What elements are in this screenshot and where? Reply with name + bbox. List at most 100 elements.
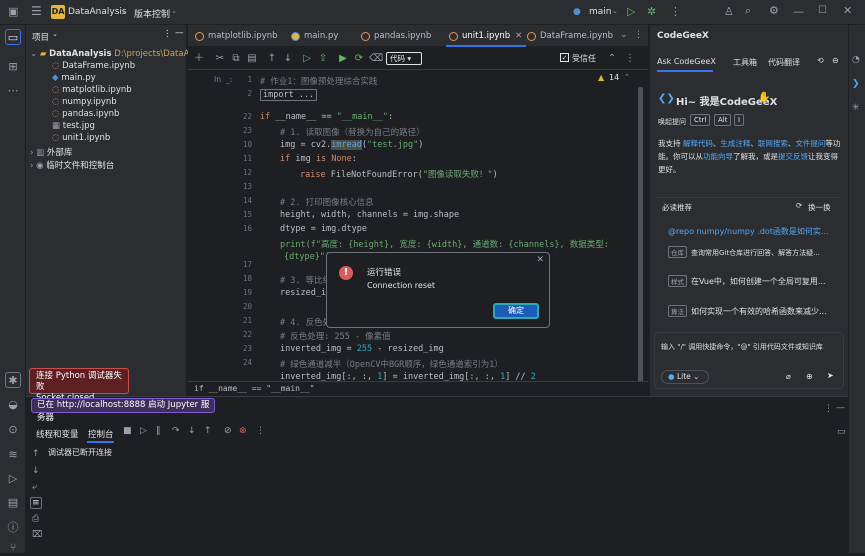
ok-button[interactable]: 确定 [493,303,539,319]
tab-unit1[interactable]: unit1.ipynb ✕ [446,25,526,47]
tree-external-libs[interactable]: › ▥ 外部库 [30,146,72,158]
tab-dataframe[interactable]: DataFrame.ipynb [524,25,613,47]
add-cell-icon[interactable]: ＋ [193,53,205,65]
bug-icon[interactable]: ✱ [5,372,21,388]
mute-breakpoints-icon[interactable]: ⊗ [239,426,247,436]
chevron-up-icon[interactable]: ⌃ [606,53,618,65]
more-icon[interactable]: ⋮ [624,53,636,65]
tab-main-py[interactable]: main.py [288,25,338,47]
profile-icon[interactable]: ♙ [724,5,734,18]
more-icon[interactable]: ⋮ [824,404,833,414]
more-icon[interactable]: ⋮ [634,30,643,40]
step-out-icon[interactable]: ↑ [204,426,212,436]
tree-file[interactable]: ◌ pandas.ipynb [52,109,119,119]
trash-icon[interactable]: ⌧ [32,530,42,540]
scroll-up-icon[interactable]: ↑ [32,449,40,459]
layers-icon[interactable]: ≋ [5,447,21,463]
chat-input-box[interactable]: 输入 "/" 调用快捷命令，"@" 引用代码文件或知识库 ● Lite ⌄ ⌀ … [654,332,844,389]
ai-assistant-icon[interactable]: ✳ [852,103,860,113]
editor-scrollbar[interactable] [638,87,643,387]
tree-file[interactable]: ◆ main.py [52,73,96,83]
tab-matplotlib[interactable]: matplotlib.ipynb [192,25,278,47]
rerun-icon[interactable]: ⟳ [353,53,365,65]
tab-ask-codegeex[interactable]: Ask CodeGeeX [657,57,716,66]
breadcrumb[interactable]: if __name__ == "__main__" [188,381,648,396]
globe-icon[interactable]: ⊕ [806,372,813,381]
recommend-item[interactable]: 仓库 查询常用Git仓库进行回答、解答方法疑... [668,246,820,258]
link-comment[interactable]: 生成注释 [720,139,750,148]
scroll-down-icon[interactable]: ↓ [32,466,40,476]
folded-imports[interactable]: import ... [260,89,318,101]
warning-count[interactable]: 14 [609,73,619,82]
minimize-icon[interactable]: — [175,28,184,38]
more-icon[interactable]: ⋮ [163,29,172,39]
link-explain[interactable]: 解释代码 [683,139,713,148]
pause-icon[interactable]: ‖ [156,426,161,436]
recommend-item[interactable]: @repo numpy/numpy .dot函数是如何实... [668,226,829,237]
more-icon[interactable]: ⋮ [670,5,681,18]
recommend-item[interactable]: 样式 在Vue中，如何创建一个全局可复用... [668,275,826,287]
problems-icon[interactable]: ⓘ [5,520,21,536]
close-icon[interactable]: ✕ [536,255,544,265]
attach-icon[interactable]: ⌀ [786,372,791,381]
move-down-icon[interactable]: ↓ [282,53,294,65]
breakpoints-icon[interactable]: ⊘ [224,426,232,436]
history-icon[interactable]: ⟲ [817,56,824,65]
resume-icon[interactable]: ▷ [140,426,147,436]
more-tools-icon[interactable]: ⋯ [5,83,21,99]
tree-file[interactable]: ◌ matplotlib.ipynb [52,85,132,95]
cell-type-select[interactable]: 代码 ▾ [386,52,422,65]
branch-selector[interactable]: main [589,7,612,17]
terminal-icon[interactable]: ▤ [5,495,21,511]
codegeex-icon[interactable]: ❯ [852,79,860,89]
folder-icon[interactable]: ▭ [5,29,21,45]
close-tab-icon[interactable]: ✕ [515,31,522,41]
refresh-icon[interactable]: ⟳ [796,201,802,210]
chat-input[interactable]: 输入 "/" 调用快捷命令，"@" 引用代码文件或知识库 [661,341,837,353]
tree-file[interactable]: ◌ unit1.ipynb [52,133,110,143]
link-file-ask[interactable]: 文件提问 [795,139,825,148]
soft-wrap-icon[interactable]: ≡ [30,497,42,509]
layout-icon[interactable]: ▭ [837,427,846,437]
run-all-above-icon[interactable]: ⇧ [317,53,329,65]
step-into-icon[interactable]: ↓ [188,426,196,436]
run-icon[interactable]: ▷ [627,5,635,18]
tree-file[interactable]: ◌ DataFrame.ipynb [52,61,135,71]
tree-file[interactable]: ◌ numpy.ipynb [52,97,117,107]
app-logo-icon[interactable]: ▣ [8,5,18,18]
notifications-icon[interactable]: ◔ [852,55,860,65]
chevron-up-icon[interactable]: ⌃ [624,73,630,81]
tab-pandas[interactable]: pandas.ipynb [358,25,431,47]
minimize-icon[interactable]: — [793,5,804,18]
paste-icon[interactable]: ▤ [246,53,258,65]
structure-icon[interactable]: ⊞ [5,59,21,75]
send-icon[interactable]: ➤ [827,371,834,380]
link-guide[interactable]: 功能向导 [703,152,733,161]
more-icon[interactable]: ⋮ [256,426,265,436]
tree-root[interactable]: ⌄ ▰ DataAnalysis D:\projects\DataAnal [30,49,202,59]
minimize-icon[interactable]: ⊖ [832,56,839,65]
git-icon[interactable]: ⑂ [5,540,21,556]
search-icon[interactable]: ⌕ [745,4,751,18]
link-search[interactable]: 联网搜索 [758,139,788,148]
code-cell[interactable]: # 作业1：图像预处理综合实践 import ... if __name__ =… [260,71,638,396]
debugger-error-notification[interactable]: 连接 Python 调试器失败 Socket closed [29,368,129,403]
tab-menu-icon[interactable]: ⌄ [620,30,628,40]
tree-scratches[interactable]: › ◉ 临时文件和控制台 [30,159,114,171]
vcs-menu[interactable]: 版本控制 [134,7,170,20]
step-over-icon[interactable]: ↷ [172,426,180,436]
recommend-item[interactable]: 算法 如何实现一个有效的哈希函数来减少... [668,305,827,317]
wrap-icon[interactable]: ⤶ [32,482,37,492]
chevron-down-icon[interactable]: ⌄ [121,7,127,15]
link-feedback[interactable]: 提交反馈 [778,152,808,161]
close-icon[interactable]: ✕ [843,4,852,17]
tree-file[interactable]: ▦ test.jpg [52,121,95,131]
refresh-button[interactable]: 换一换 [808,202,831,213]
move-up-icon[interactable]: ↑ [266,53,278,65]
project-name[interactable]: DataAnalysis [68,7,127,17]
run-config-icon[interactable]: ● [573,7,581,17]
clear-icon[interactable]: ⌫ [369,53,383,65]
tab-console[interactable]: 控制台 [88,428,114,440]
tab-threads-variables[interactable]: 线程和变量 [36,428,79,440]
debug-icon[interactable]: ✲ [647,5,656,18]
